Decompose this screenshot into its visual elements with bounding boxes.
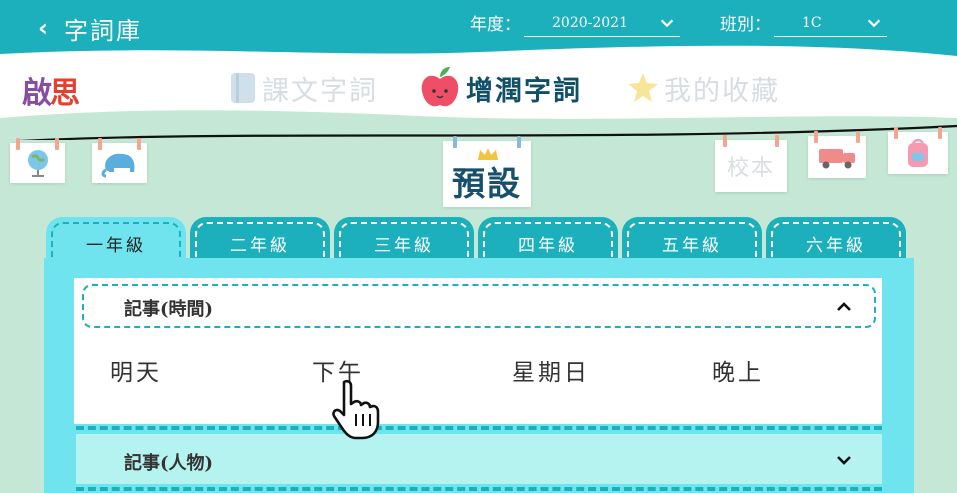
brand-logo: 啟思	[22, 76, 80, 111]
school-card[interactable]: 校本	[715, 135, 787, 192]
word-item[interactable]: 晚上	[712, 353, 764, 387]
preset-label: 預設	[452, 164, 522, 203]
crown-icon	[478, 148, 498, 160]
backpack-card	[888, 127, 948, 174]
elephant-card	[92, 138, 147, 183]
section-title: 記事(時間)	[124, 299, 214, 320]
dashed-divider	[76, 487, 882, 491]
chevron-up-icon	[837, 302, 851, 311]
book-icon	[231, 73, 255, 103]
school-label: 校本	[726, 156, 775, 181]
tab-textbook-words[interactable]: 課文字詞	[228, 66, 378, 110]
tab-my-favorites[interactable]: 我的收藏	[626, 66, 780, 110]
word-item[interactable]: 星期日	[512, 353, 590, 387]
section-header[interactable]: 記事(時間)	[82, 284, 876, 328]
apple-icon	[421, 67, 459, 107]
dashed-divider	[76, 426, 882, 430]
backpack-icon	[908, 138, 928, 167]
truck-card	[808, 131, 866, 178]
word-item[interactable]: 明天	[110, 353, 162, 387]
elephant-icon	[101, 153, 134, 178]
truck-icon	[819, 149, 855, 169]
section-title: 記事(人物)	[124, 453, 214, 474]
globe-icon	[27, 150, 48, 177]
section-time: 記事(時間) 明天 下午 星期日 晚上	[74, 278, 882, 424]
tab-enrich-words[interactable]: 增潤字詞	[418, 66, 582, 110]
star-icon	[628, 73, 658, 102]
hand-pointer-icon	[332, 379, 380, 440]
section-people[interactable]: 記事(人物)	[76, 434, 882, 484]
globe-card	[10, 138, 65, 183]
preset-card[interactable]: 預設	[443, 136, 531, 207]
chevron-down-icon	[837, 456, 851, 465]
